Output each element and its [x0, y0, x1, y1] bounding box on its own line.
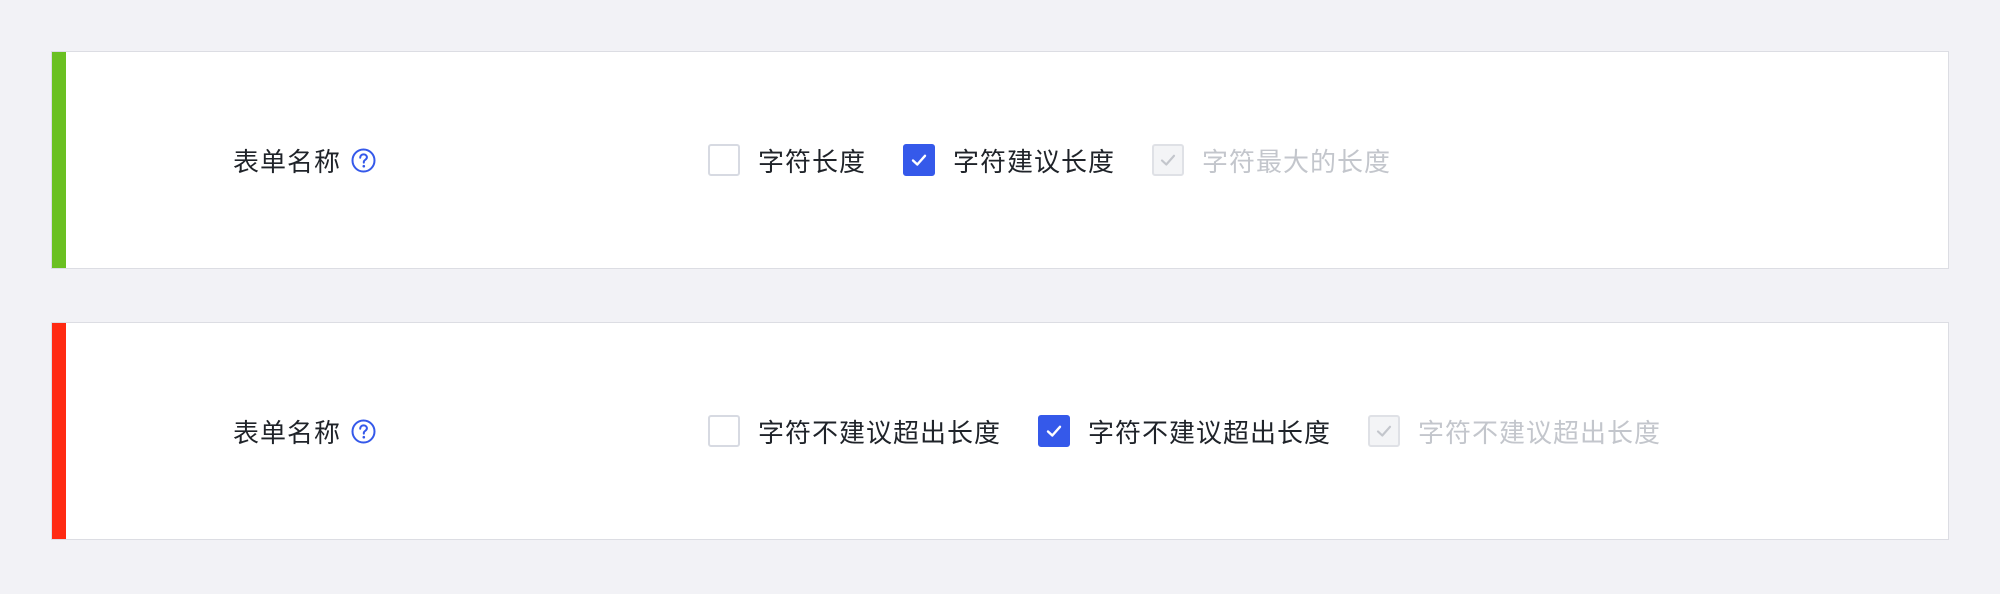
question-circle-icon[interactable] — [351, 148, 376, 173]
checkbox-option-checked[interactable]: 字符建议长度 — [903, 142, 1115, 179]
check-icon — [1160, 154, 1176, 166]
form-row: 表单名称 字符不建议超出长度 字符不建议超出长度 字符不建议超出长度 — [52, 323, 1948, 539]
question-circle-icon[interactable] — [351, 419, 376, 444]
checkbox-option-checked[interactable]: 字符不建议超出长度 — [1038, 413, 1331, 450]
check-icon — [1046, 425, 1062, 437]
checkbox-label: 字符建议长度 — [953, 147, 1116, 178]
checkbox-label: 字符最大的长度 — [1202, 147, 1392, 178]
checkbox-option-checked-disabled: 字符最大的长度 — [1152, 142, 1391, 179]
checkbox[interactable] — [708, 415, 740, 447]
checkbox-label: 字符不建议超出长度 — [758, 418, 1002, 449]
form-label-group: 表单名称 — [233, 140, 376, 180]
checkbox-label: 字符不建议超出长度 — [1418, 418, 1662, 449]
form-row-card: 表单名称 字符长度 字符建议长度 字符最大的长度 — [51, 51, 1949, 269]
checkbox-group: 字符不建议超出长度 字符不建议超出长度 字符不建议超出长度 — [708, 411, 1698, 451]
checkbox[interactable] — [708, 144, 740, 176]
form-row: 表单名称 字符长度 字符建议长度 字符最大的长度 — [52, 52, 1948, 268]
checkbox[interactable] — [1038, 415, 1071, 447]
form-label: 表单名称 — [233, 418, 342, 449]
form-label-group: 表单名称 — [233, 411, 376, 451]
checkbox-option-unchecked[interactable]: 字符不建议超出长度 — [708, 413, 1001, 450]
checkbox-group: 字符长度 字符建议长度 字符最大的长度 — [708, 140, 1428, 180]
checkbox-option-unchecked[interactable]: 字符长度 — [708, 142, 866, 179]
checkbox-label: 字符不建议超出长度 — [1088, 418, 1332, 449]
form-row-card: 表单名称 字符不建议超出长度 字符不建议超出长度 字符不建议超出长度 — [51, 322, 1949, 540]
form-label: 表单名称 — [233, 147, 342, 178]
checkbox — [1368, 415, 1401, 447]
checkbox[interactable] — [903, 144, 936, 176]
checkbox-option-checked-disabled: 字符不建议超出长度 — [1368, 413, 1661, 450]
check-icon — [911, 154, 927, 166]
checkbox — [1152, 144, 1185, 176]
checkbox-label: 字符长度 — [758, 147, 867, 178]
check-icon — [1376, 425, 1392, 437]
